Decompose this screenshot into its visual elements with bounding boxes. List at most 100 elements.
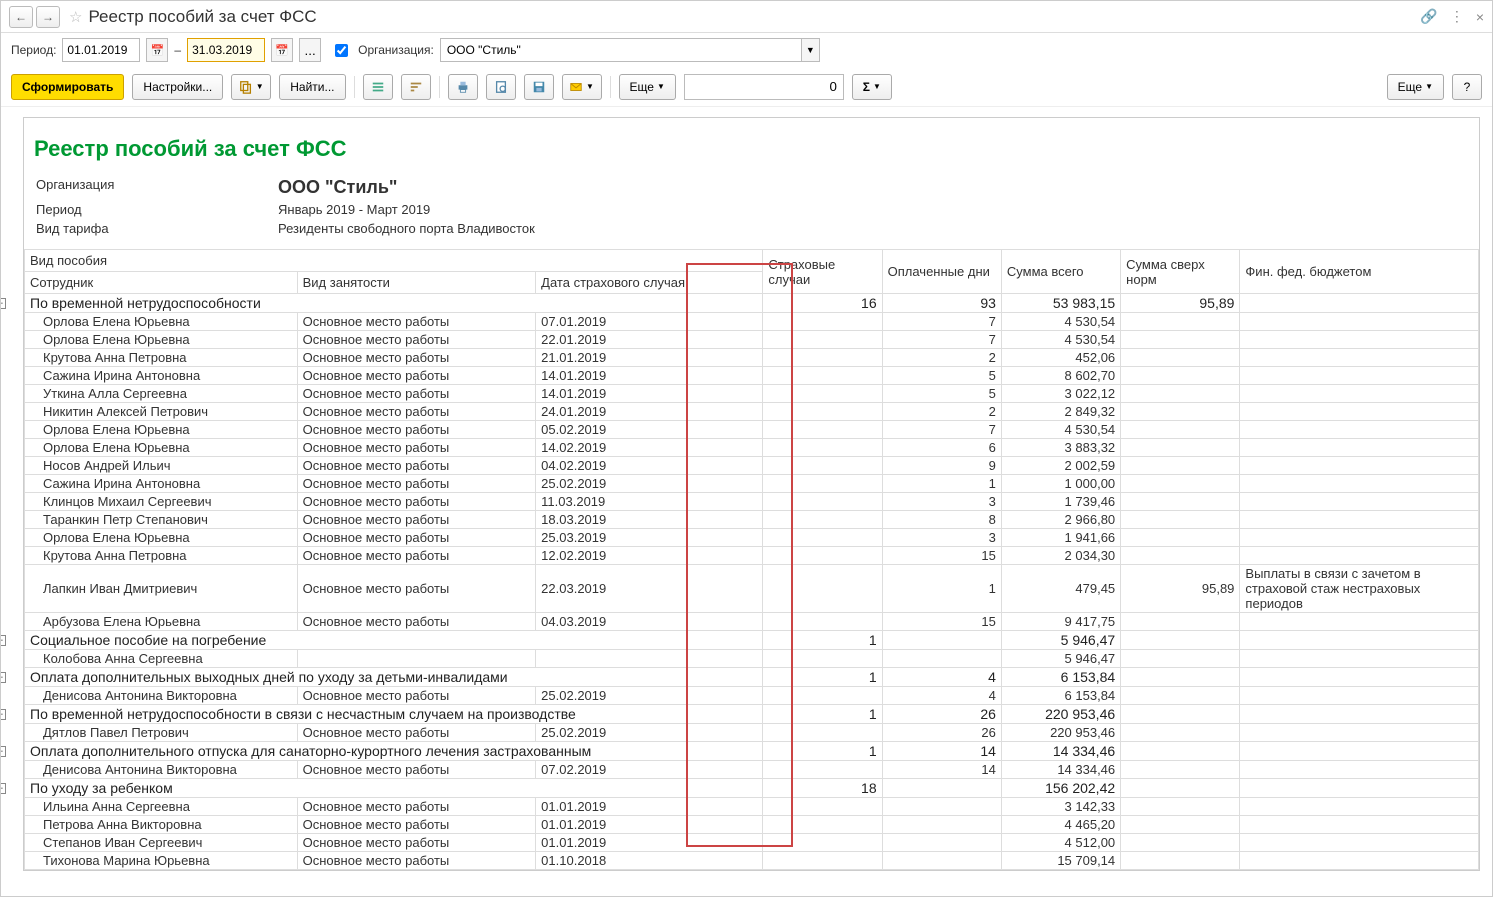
table-row[interactable]: Ильина Анна СергеевнаОсновное место рабо… — [25, 798, 1479, 816]
date-to-input[interactable] — [187, 38, 265, 62]
hdr-emp-type: Вид занятости — [297, 272, 536, 294]
table-row[interactable]: Лапкин Иван ДмитриевичОсновное место раб… — [25, 565, 1479, 613]
group-row[interactable]: По временной нетрудоспособности в связи … — [25, 705, 1479, 724]
table-row[interactable]: Орлова Елена ЮрьевнаОсновное место работ… — [25, 331, 1479, 349]
table-row[interactable]: Колобова Анна Сергеевна5 946,47 — [25, 650, 1479, 668]
table-row[interactable]: Петрова Анна ВикторовнаОсновное место ра… — [25, 816, 1479, 834]
print-button[interactable] — [448, 74, 478, 100]
save-button[interactable] — [524, 74, 554, 100]
hdr-days: Оплаченные дни — [882, 250, 1001, 294]
spin-input[interactable] — [684, 74, 844, 100]
hdr-cases: Страховые случаи — [763, 250, 882, 294]
settings-button[interactable]: Настройки... — [132, 74, 223, 100]
group-row[interactable]: Оплата дополнительных выходных дней по у… — [25, 668, 1479, 687]
calendar-to-button[interactable]: 📅 — [271, 38, 293, 62]
report-meta: ОрганизацияООО "Стиль" ПериодЯнварь 2019… — [24, 170, 1479, 249]
generate-button[interactable]: Сформировать — [11, 74, 124, 100]
collapse-icon — [409, 80, 423, 94]
period-picker-button[interactable]: ... — [299, 38, 321, 62]
meta-org-value: ООО "Стиль" — [278, 176, 535, 199]
meta-tariff-value: Резиденты свободного порта Владивосток — [278, 220, 535, 237]
expand-group[interactable]: − — [1, 635, 6, 646]
more-right-button[interactable]: Еще ▼ — [1387, 74, 1444, 100]
hdr-fed: Фин. фед. бюджетом — [1240, 250, 1479, 294]
expand-group[interactable]: − — [1, 746, 6, 757]
toolbar-separator — [610, 76, 611, 98]
collapse-groups-button[interactable] — [401, 74, 431, 100]
table-row[interactable]: Орлова Елена ЮрьевнаОсновное место работ… — [25, 529, 1479, 547]
find-button[interactable]: Найти... — [279, 74, 345, 100]
group-row[interactable]: По уходу за ребенком18156 202,42 — [25, 779, 1479, 798]
print-icon — [456, 80, 470, 94]
email-icon — [569, 80, 583, 94]
help-button[interactable]: ? — [1452, 74, 1482, 100]
sigma-dropdown-button[interactable]: Σ▼ — [852, 74, 892, 100]
toolbar-separator — [439, 76, 440, 98]
copy-icon — [239, 80, 253, 94]
toolbar: Сформировать Настройки... ▼ Найти... ▼ Е… — [1, 67, 1492, 107]
window-title: Реестр пособий за счет ФСС — [88, 7, 1420, 27]
hdr-case-date: Дата страхового случая — [536, 272, 763, 294]
table-row[interactable]: Никитин Алексей ПетровичОсновное место р… — [25, 403, 1479, 421]
nav-back-button[interactable]: ← — [9, 6, 33, 28]
period-dash: – — [174, 43, 181, 57]
table-row[interactable]: Арбузова Елена ЮрьевнаОсновное место раб… — [25, 613, 1479, 631]
group-row[interactable]: Социальное пособие на погребение15 946,4… — [25, 631, 1479, 650]
more-dropdown-button[interactable]: Еще ▼ — [619, 74, 676, 100]
sigma-icon: Σ — [863, 80, 870, 94]
email-dropdown-button[interactable]: ▼ — [562, 74, 602, 100]
org-select-dropdown[interactable]: ▼ — [802, 38, 820, 62]
hdr-sum: Сумма всего — [1001, 250, 1120, 294]
expand-group[interactable]: − — [1, 783, 6, 794]
group-row[interactable]: По временной нетрудоспособности169353 98… — [25, 294, 1479, 313]
table-row[interactable]: Крутова Анна ПетровнаОсновное место рабо… — [25, 547, 1479, 565]
org-label: Организация: — [358, 43, 434, 57]
preview-icon — [494, 80, 508, 94]
link-icon[interactable]: 🔗 — [1420, 8, 1437, 25]
table-row[interactable]: Денисова Антонина ВикторовнаОсновное мес… — [25, 687, 1479, 705]
meta-period-value: Январь 2019 - Март 2019 — [278, 201, 535, 218]
calendar-from-button[interactable]: 📅 — [146, 38, 168, 62]
close-icon[interactable]: × — [1476, 9, 1484, 25]
hdr-employee: Сотрудник — [25, 272, 298, 294]
menu-icon[interactable]: ⋮ — [1450, 8, 1464, 25]
table-row[interactable]: Орлова Елена ЮрьевнаОсновное место работ… — [25, 439, 1479, 457]
report-content[interactable]: − Реестр пособий за счет ФСС Организация… — [1, 107, 1492, 896]
period-label: Период: — [11, 43, 56, 57]
table-row[interactable]: Тихонова Марина ЮрьевнаОсновное место ра… — [25, 852, 1479, 870]
table-row[interactable]: Таранкин Петр СтепановичОсновное место р… — [25, 511, 1479, 529]
table-row[interactable]: Денисова Антонина ВикторовнаОсновное мес… — [25, 761, 1479, 779]
table-row[interactable]: Носов Андрей ИльичОсновное место работы0… — [25, 457, 1479, 475]
expand-group[interactable]: − — [1, 298, 6, 309]
table-row[interactable]: Уткина Алла СергеевнаОсновное место рабо… — [25, 385, 1479, 403]
nav-forward-button[interactable]: → — [36, 6, 60, 28]
filter-bar: Период: 📅 – 📅 ... Организация: ▼ — [1, 33, 1492, 67]
meta-org-label: Организация — [36, 176, 276, 199]
org-select-input[interactable] — [440, 38, 802, 62]
table-row[interactable]: Степанов Иван СергеевичОсновное место ра… — [25, 834, 1479, 852]
titlebar: ← → ☆ Реестр пособий за счет ФСС 🔗 ⋮ × — [1, 1, 1492, 33]
meta-tariff-label: Вид тарифа — [36, 220, 276, 237]
table-row[interactable]: Сажина Ирина АнтоновнаОсновное место раб… — [25, 367, 1479, 385]
toolbar-separator — [354, 76, 355, 98]
date-from-input[interactable] — [62, 38, 140, 62]
expand-group[interactable]: − — [1, 709, 6, 720]
meta-period-label: Период — [36, 201, 276, 218]
copy-dropdown-button[interactable]: ▼ — [231, 74, 271, 100]
preview-button[interactable] — [486, 74, 516, 100]
favorite-icon[interactable]: ☆ — [69, 8, 82, 26]
table-row[interactable]: Орлова Елена ЮрьевнаОсновное место работ… — [25, 313, 1479, 331]
report-title: Реестр пособий за счет ФСС — [24, 118, 1479, 170]
table-row[interactable]: Дятлов Павел ПетровичОсновное место рабо… — [25, 724, 1479, 742]
table-row[interactable]: Клинцов Михаил СергеевичОсновное место р… — [25, 493, 1479, 511]
table-row[interactable]: Орлова Елена ЮрьевнаОсновное место работ… — [25, 421, 1479, 439]
org-checkbox[interactable] — [335, 44, 348, 57]
group-row[interactable]: Оплата дополнительного отпуска для санат… — [25, 742, 1479, 761]
expand-group[interactable]: − — [1, 672, 6, 683]
expand-icon — [371, 80, 385, 94]
table-row[interactable]: Сажина Ирина АнтоновнаОсновное место раб… — [25, 475, 1479, 493]
save-icon — [532, 80, 546, 94]
expand-groups-button[interactable] — [363, 74, 393, 100]
report-grid: Вид пособия Страховые случаи Оплаченные … — [24, 249, 1479, 870]
table-row[interactable]: Крутова Анна ПетровнаОсновное место рабо… — [25, 349, 1479, 367]
